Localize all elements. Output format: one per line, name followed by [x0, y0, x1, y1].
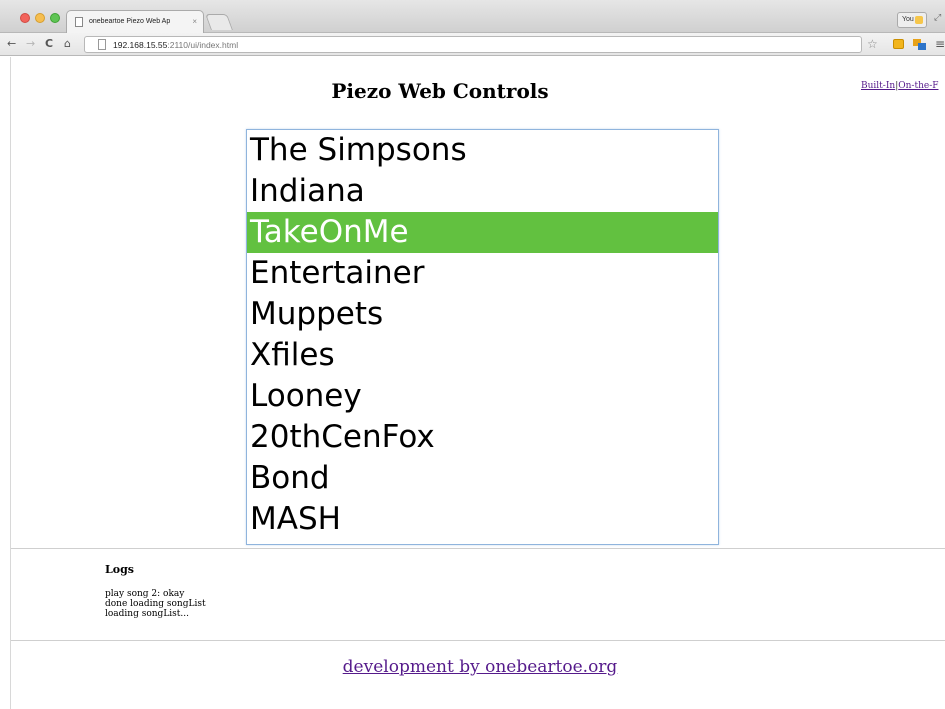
song-option[interactable]: Bond — [247, 458, 718, 499]
page-title: Piezo Web Controls — [331, 79, 549, 103]
log-line: loading songList... — [105, 609, 189, 619]
page-icon — [98, 39, 106, 50]
mode-links: Built-In|On-the-F — [861, 81, 938, 91]
page-edge-divider — [10, 57, 11, 709]
forward-arrow-icon[interactable]: → — [26, 36, 35, 52]
browser-toolbar: ← → C ⌂ 192.168.15.55:2110/ui/index.html… — [0, 33, 945, 56]
address-bar[interactable]: 192.168.15.55:2110/ui/index.html — [84, 36, 862, 53]
back-arrow-icon[interactable]: ← — [7, 36, 16, 52]
log-line: done loading songList — [105, 599, 206, 609]
close-window-button[interactable] — [20, 13, 30, 23]
song-option[interactable]: Indiana — [247, 171, 718, 212]
logs-list: play song 2: okay done loading songList lo… — [105, 589, 206, 619]
url-path: :2110/ui/index.html — [167, 40, 239, 50]
reload-icon[interactable]: C — [45, 36, 53, 52]
built-in-link[interactable]: Built-In — [861, 81, 895, 91]
bookmark-star-icon[interactable]: ☆ — [867, 37, 878, 51]
close-tab-icon[interactable]: × — [192, 17, 197, 26]
on-the-fly-link[interactable]: On-the-F — [898, 81, 938, 91]
home-icon[interactable]: ⌂ — [64, 36, 71, 52]
profile-label: You — [902, 16, 914, 23]
song-option[interactable]: Muppets — [247, 294, 718, 335]
song-option[interactable]: MASH — [247, 499, 718, 540]
menu-icon[interactable]: ≡ — [935, 37, 945, 51]
song-option[interactable]: Looney — [247, 376, 718, 417]
logs-heading: Logs — [105, 563, 134, 576]
minimize-window-button[interactable] — [35, 13, 45, 23]
profile-avatar-icon — [915, 16, 923, 24]
url-host: 192.168.15.55 — [113, 40, 168, 50]
section-divider — [11, 640, 945, 641]
fullscreen-icon[interactable]: ⤢ — [934, 13, 941, 23]
browser-titlebar: onebeartoe Piezo Web Ap × You ⤢ — [0, 0, 945, 33]
song-option[interactable]: Xfiles — [247, 335, 718, 376]
extension-icon[interactable] — [893, 39, 904, 49]
page-icon — [75, 17, 83, 27]
maximize-window-button[interactable] — [50, 13, 60, 23]
profile-button[interactable]: You — [897, 12, 927, 28]
song-option[interactable]: Entertainer — [247, 253, 718, 294]
song-option[interactable]: The Simpsons — [247, 130, 718, 171]
tab-title: onebeartoe Piezo Web Ap — [89, 18, 171, 25]
footer-credit-link[interactable]: development by onebeartoe.org — [270, 657, 690, 677]
song-option[interactable]: 20thCenFox — [247, 417, 718, 458]
section-divider — [11, 548, 945, 549]
new-tab-button[interactable] — [205, 14, 233, 30]
extension-icon[interactable] — [913, 39, 926, 50]
browser-tab[interactable]: onebeartoe Piezo Web Ap × — [66, 10, 204, 33]
song-listbox[interactable]: The Simpsons Indiana TakeOnMe Entertainer Mu… — [246, 129, 719, 545]
song-option[interactable]: TakeOnMe — [247, 212, 718, 253]
log-line: play song 2: okay — [105, 589, 185, 599]
